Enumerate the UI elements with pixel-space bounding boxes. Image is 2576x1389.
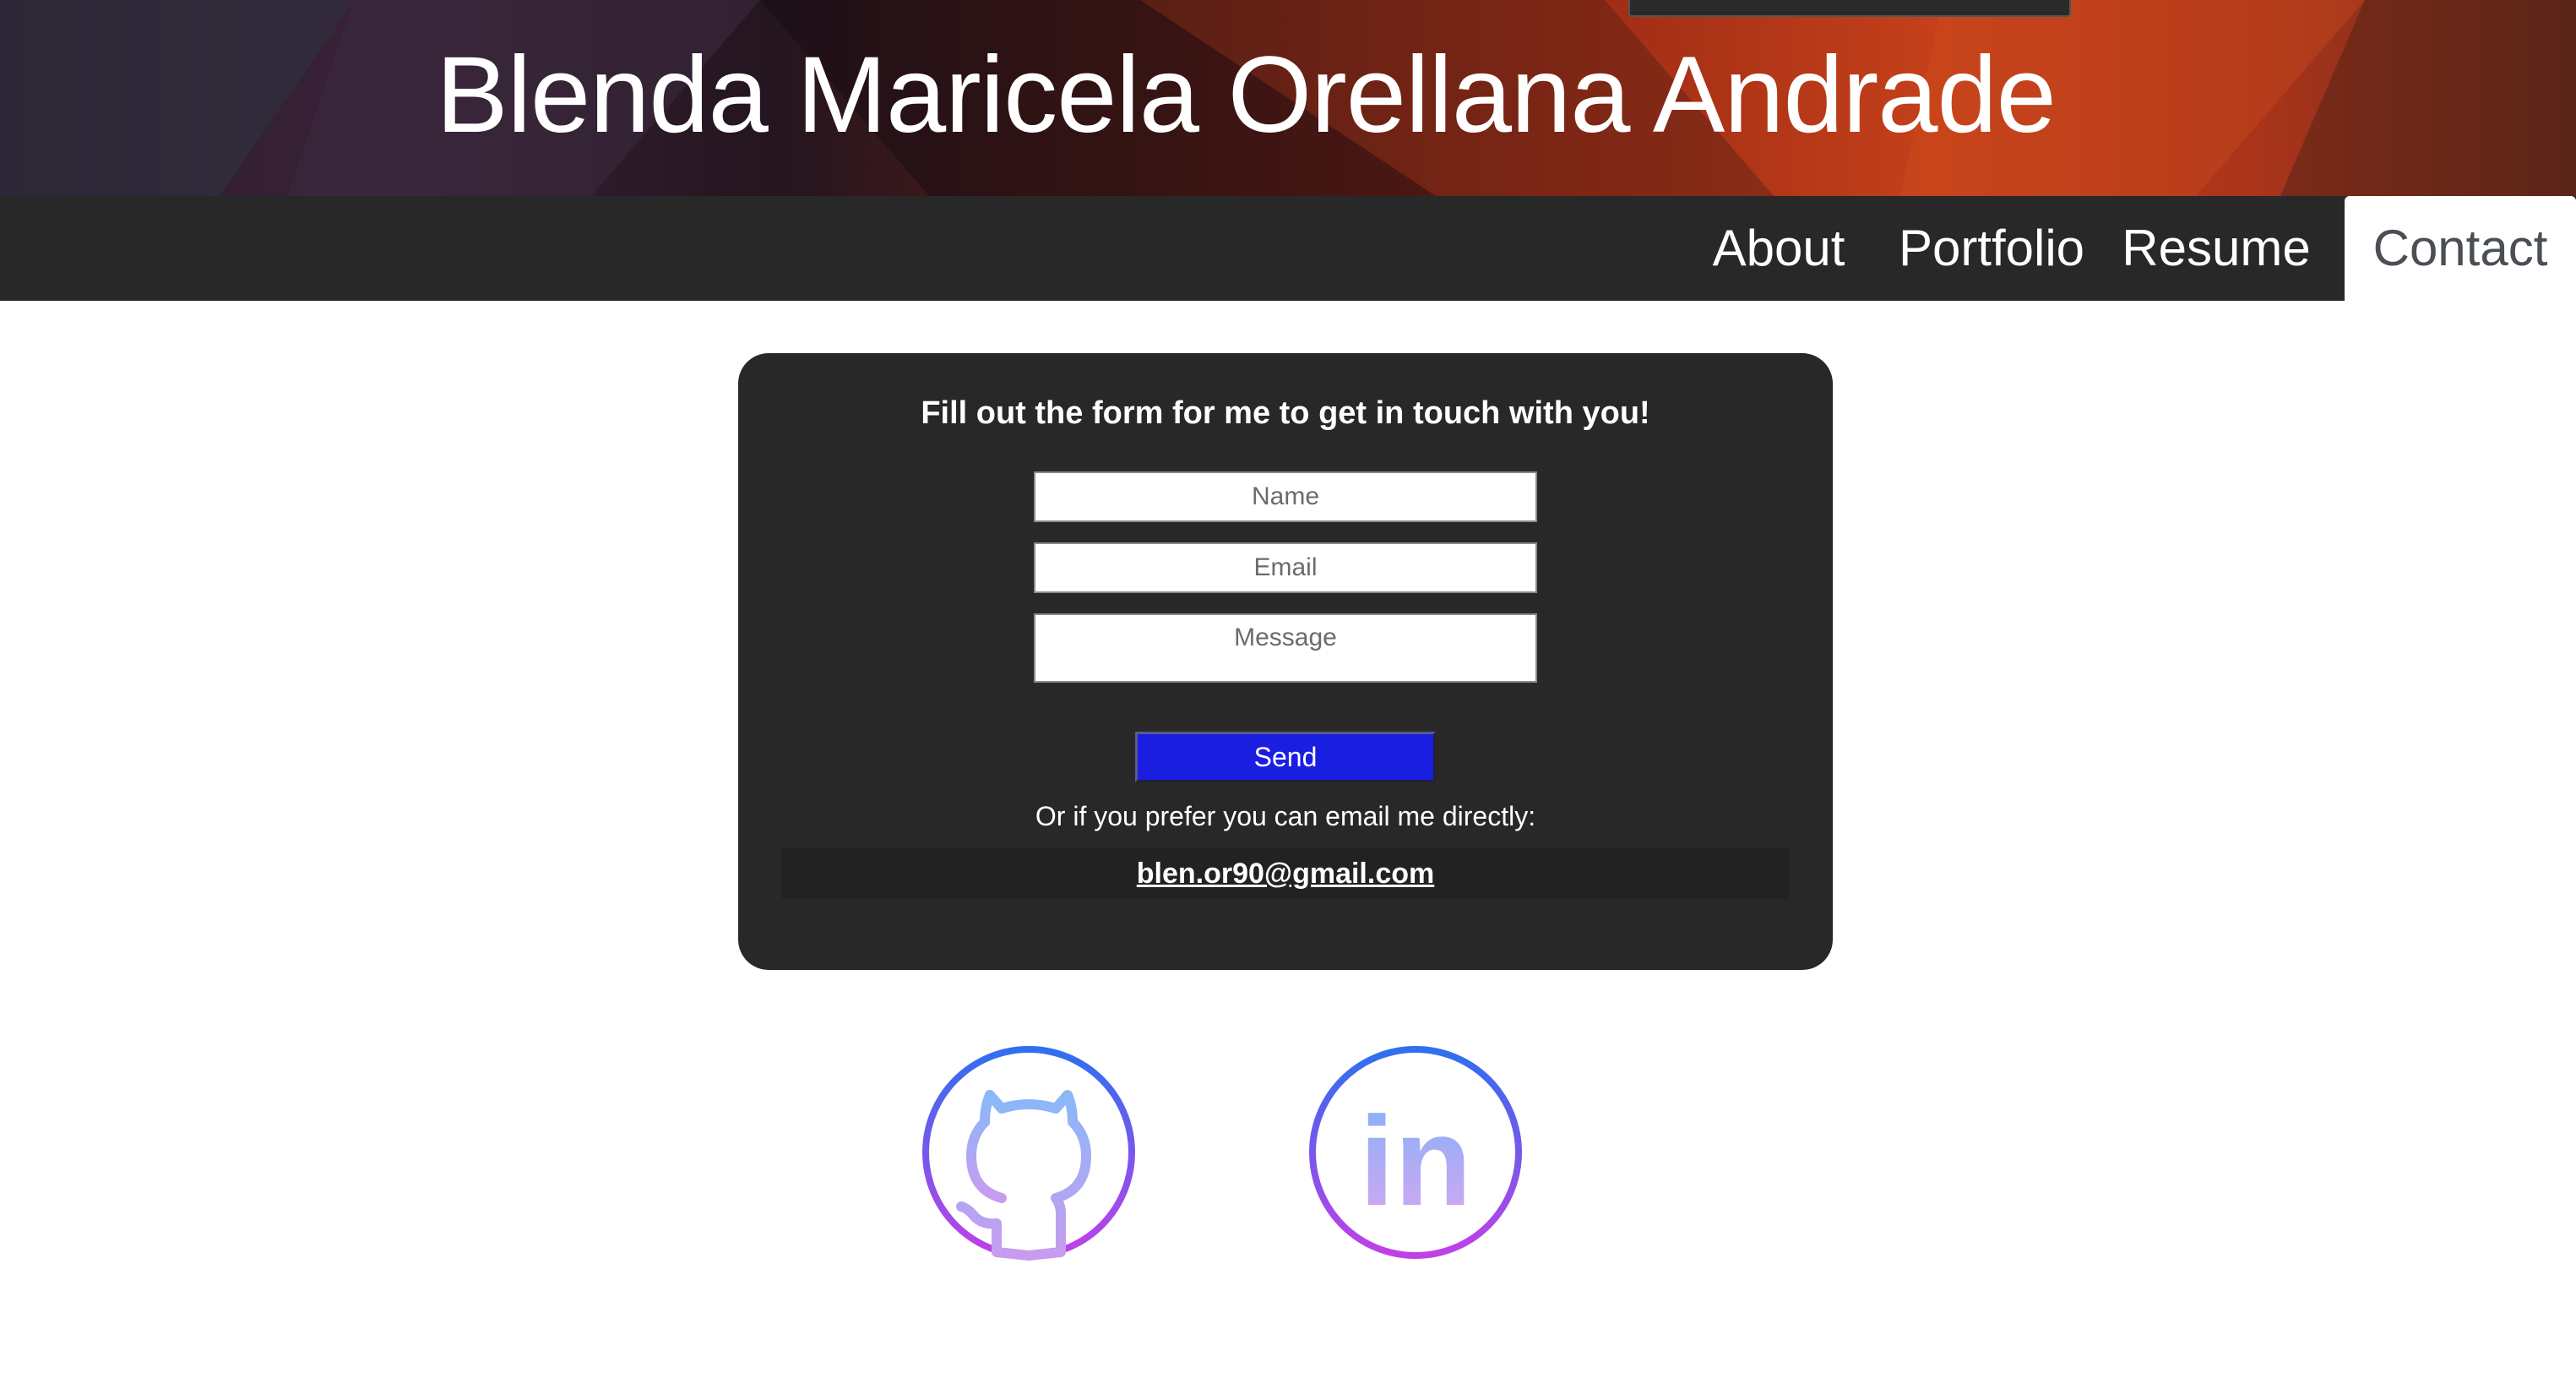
contact-card: Fill out the form for me to get in touch…: [738, 353, 1833, 970]
nav-item-resume[interactable]: Resume: [2120, 196, 2312, 301]
linkedin-icon: in: [1309, 1046, 1522, 1259]
email-direct-text: Or if you prefer you can email me direct…: [1035, 801, 1536, 831]
navbar: About Portfolio Resume Contact: [0, 196, 2576, 302]
nav-item-portfolio[interactable]: Portfolio: [1890, 196, 2093, 301]
name-input[interactable]: [1034, 471, 1537, 522]
email-input[interactable]: [1034, 542, 1537, 593]
email-strip: blen.or90@gmail.com: [782, 848, 1789, 899]
nav-item-contact[interactable]: Contact: [2345, 196, 2576, 302]
message-input[interactable]: [1034, 613, 1537, 683]
send-button[interactable]: Send: [1135, 732, 1436, 782]
github-icon: [922, 1046, 1135, 1261]
email-link[interactable]: blen.or90@gmail.com: [782, 848, 1789, 899]
linkedin-link[interactable]: in: [1307, 1044, 1524, 1261]
banner-decoration: [1628, 0, 2071, 17]
github-link[interactable]: [921, 1044, 1137, 1261]
linkedin-glyph: in: [1359, 1090, 1471, 1232]
nav-item-about[interactable]: About: [1694, 196, 1863, 301]
site-title: Blenda Maricela Orellana Andrade: [436, 35, 2057, 155]
header-banner: Blenda Maricela Orellana Andrade: [0, 0, 2576, 196]
contact-heading: Fill out the form for me to get in touch…: [921, 395, 1650, 431]
